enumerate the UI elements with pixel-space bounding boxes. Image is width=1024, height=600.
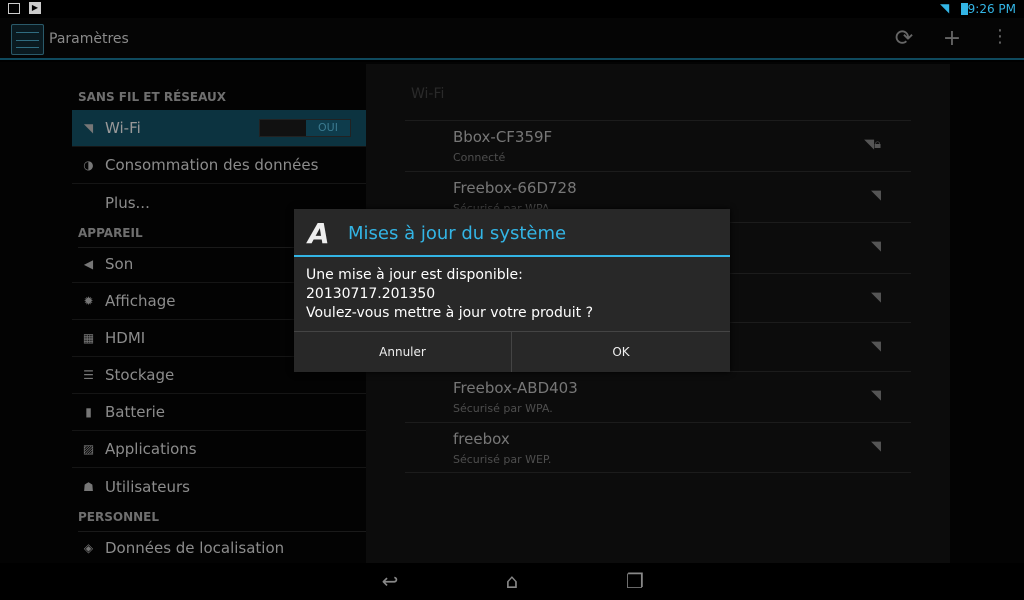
- sync-icon[interactable]: ⟳: [889, 26, 919, 51]
- wifi-lock-icon: ◥: [871, 239, 881, 254]
- wifi-lock-icon: ◥: [871, 188, 881, 203]
- hdmi-icon: ▦: [82, 331, 95, 345]
- sidebar-item-apps[interactable]: ▨ Applications: [72, 431, 366, 468]
- add-icon[interactable]: +: [937, 26, 967, 51]
- play-store-icon: ▶: [29, 2, 41, 14]
- wifi-lock-icon: ◥: [871, 439, 881, 454]
- settings-app-icon[interactable]: [11, 24, 44, 55]
- wifi-icon: ◥: [871, 290, 881, 305]
- apps-icon: ▨: [82, 442, 95, 456]
- system-update-dialog: A Mises à jour du système Une mise à jou…: [294, 209, 730, 372]
- location-icon: ◈: [83, 541, 94, 555]
- back-icon[interactable]: ↩: [370, 569, 410, 593]
- sidebar-item-wifi[interactable]: ◥ Wi-Fi OUI: [72, 110, 366, 147]
- network-item[interactable]: Freebox-ABD403 Sécurisé par WPA. ◥: [405, 371, 911, 422]
- action-bar: Paramètres ⟳ + ⋮: [0, 18, 1024, 60]
- overflow-menu-icon[interactable]: ⋮: [985, 26, 1015, 47]
- network-item[interactable]: Bbox-CF359F Connecté ◥🔒︎: [405, 120, 911, 171]
- ok-button[interactable]: OK: [512, 331, 730, 372]
- update-app-logo-icon: A: [308, 217, 330, 250]
- sidebar-item-battery[interactable]: ▮ Batterie: [72, 394, 366, 431]
- wifi-lock-icon: ◥🔒︎: [864, 137, 881, 152]
- user-icon: ☗: [83, 479, 94, 494]
- battery-icon: ▮: [85, 405, 92, 419]
- clock: 9:26 PM: [967, 2, 1016, 16]
- sidebar-item-location[interactable]: ◈ Données de localisation: [72, 530, 366, 567]
- page-title: Paramètres: [49, 31, 129, 47]
- navigation-bar: ↩ ⌂ ❐: [0, 563, 1024, 600]
- data-usage-icon: ◑: [83, 158, 94, 172]
- recent-apps-icon[interactable]: ❐: [615, 569, 655, 593]
- storage-icon: ☰: [83, 368, 94, 382]
- wifi-toggle[interactable]: OUI: [259, 119, 351, 137]
- wifi-icon: ◥: [871, 339, 881, 354]
- section-header: PERSONNEL: [78, 510, 366, 532]
- status-bar: ▶ ◥ 9:26 PM: [0, 0, 1024, 18]
- dialog-message: Une mise à jour est disponible: 20130717…: [306, 267, 593, 321]
- sidebar-item-data-usage[interactable]: ◑ Consommation des données: [72, 147, 366, 184]
- wifi-icon: ◥: [940, 1, 950, 15]
- network-item[interactable]: freebox Sécurisé par WEP. ◥: [405, 422, 911, 473]
- cancel-button[interactable]: Annuler: [294, 331, 512, 372]
- wifi-lock-icon: ◥: [871, 388, 881, 403]
- speaker-icon: ◀: [83, 257, 94, 271]
- wifi-icon: ◥: [83, 121, 94, 135]
- panel-title: Wi-Fi: [411, 86, 445, 102]
- dialog-title: Mises à jour du système: [348, 223, 567, 244]
- section-header: SANS FIL ET RÉSEAUX: [78, 90, 366, 112]
- brightness-icon: ✹: [83, 294, 94, 308]
- sidebar-item-users[interactable]: ☗ Utilisateurs: [72, 468, 366, 505]
- home-icon[interactable]: ⌂: [492, 569, 532, 593]
- gallery-icon: [8, 3, 20, 14]
